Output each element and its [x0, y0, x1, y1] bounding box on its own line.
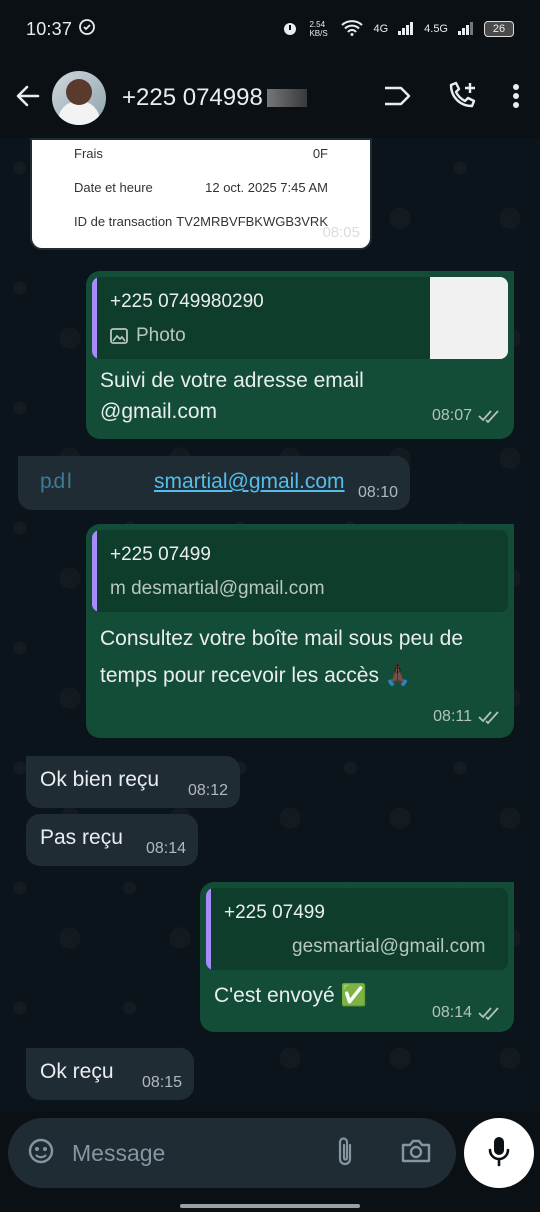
incoming-message[interactable]: Pas reçu 08:14	[26, 814, 198, 866]
receipt-image[interactable]: Frais 0F Date et heure 12 oct. 2025 7:45…	[30, 138, 372, 250]
contact-avatar[interactable]	[52, 71, 106, 125]
microphone-icon	[487, 1135, 511, 1172]
message-time: 08:11	[433, 708, 472, 725]
quoted-message[interactable]: +225 0749980290 Photo	[92, 277, 508, 359]
message-text: Suivi de votre adresse email @gmail.com	[100, 369, 364, 423]
name-blur-patch	[266, 89, 307, 107]
outgoing-message[interactable]: +225 07499 m desmartial@gmail.com Consul…	[86, 524, 514, 738]
receipt-value: TV2MRBVFBKWGB3VRK	[176, 214, 328, 229]
network-type-1: 4G	[373, 23, 389, 35]
composer-actions	[334, 1135, 432, 1172]
receipt-label: ID de transaction	[74, 214, 173, 229]
message-meta: 08:07	[432, 407, 500, 425]
chat-area[interactable]: Frais 0F Date et heure 12 oct. 2025 7:45…	[0, 138, 540, 1112]
quote-email: gesmartial@gmail.com	[292, 936, 486, 957]
label-tag-icon[interactable]	[382, 84, 412, 113]
more-options-icon[interactable]	[512, 83, 520, 114]
voice-message-button[interactable]	[464, 1118, 534, 1188]
photo-thumbnail	[430, 277, 508, 359]
message-text: Ok reçu	[40, 1060, 114, 1083]
receipt-value: 12 oct. 2025 7:45 AM	[205, 180, 328, 195]
message-composer[interactable]: Message	[8, 1118, 456, 1188]
quote-accent-bar	[206, 888, 211, 970]
status-right: 2.54 KB/S 4G 4.5G 26	[281, 19, 514, 40]
incoming-message[interactable]: Ok bien reçu 08:12	[26, 756, 240, 808]
outgoing-message[interactable]: +225 07499 gesmartial@gmail.com C'est en…	[200, 882, 514, 1032]
double-check-icon	[478, 711, 499, 724]
back-arrow-icon[interactable]	[14, 82, 42, 115]
receipt-row: Date et heure 12 oct. 2025 7:45 AM	[74, 180, 328, 195]
quote-accent-bar	[92, 277, 97, 359]
quoted-message[interactable]: +225 07499 gesmartial@gmail.com	[206, 888, 508, 970]
add-call-icon[interactable]	[446, 81, 478, 116]
signal-icon	[398, 21, 414, 38]
contact-name[interactable]: +225 074998	[122, 84, 263, 112]
quote-accent-bar	[92, 530, 97, 612]
double-check-icon	[478, 1007, 499, 1020]
message-meta: 08:14	[432, 1004, 500, 1022]
quoted-message[interactable]: +225 07499 m desmartial@gmail.com	[92, 530, 508, 612]
header-actions	[382, 81, 520, 116]
whatsapp-status-icon	[78, 18, 96, 41]
message-time: 08:15	[141, 1074, 182, 1091]
network-type-2: 4.5G	[424, 23, 448, 35]
receipt-time: 08:05	[322, 224, 360, 241]
message-text: Consultez votre boîte mail sous peu de t…	[100, 627, 464, 687]
receipt-row: ID de transaction TV2MRBVFBKWGB3VRK	[74, 214, 328, 229]
message-time: 08:14	[145, 840, 186, 857]
message-time: 08:07	[431, 407, 472, 424]
receipt-label: Frais	[74, 146, 103, 161]
receipt-row: Frais 0F	[74, 146, 328, 161]
incoming-message[interactable]: p.d l smartial@gmail.com 08:10	[18, 456, 410, 510]
quote-sender: +225 07499	[224, 902, 325, 923]
message-meta: 08:11	[433, 708, 500, 726]
receipt-label: Date et heure	[74, 180, 153, 195]
alarm-icon	[281, 19, 299, 40]
attach-paperclip-icon[interactable]	[334, 1135, 356, 1172]
wifi-icon	[341, 19, 364, 39]
message-input[interactable]: Message	[72, 1140, 165, 1167]
message-text: Ok bien reçu	[40, 768, 160, 791]
gesture-nav-handle[interactable]	[180, 1204, 360, 1208]
network-speed: 2.54 KB/S	[309, 20, 328, 38]
double-check-icon	[478, 410, 499, 423]
message-time: 08:10	[357, 484, 398, 501]
quote-type: Photo	[136, 325, 186, 346]
signal-icon-2	[458, 21, 474, 38]
quote-sender: +225 07499	[110, 544, 211, 565]
quote-email: m desmartial@gmail.com	[110, 578, 325, 599]
message-time: 08:12	[187, 782, 228, 799]
email-link[interactable]: smartial@gmail.com	[154, 470, 345, 494]
message-text: Pas reçu	[40, 826, 123, 849]
incoming-message[interactable]: Ok reçu 08:15	[26, 1048, 194, 1100]
outgoing-message[interactable]: +225 0749980290 Photo Suivi de votre adr…	[86, 271, 514, 439]
status-bar: 10:37 2.54 KB/S 4G 4.5G 26	[0, 0, 540, 58]
chat-header: +225 074998	[0, 58, 540, 138]
receipt-value: 0F	[312, 146, 328, 161]
redacted-prefix: p.d l	[40, 470, 72, 493]
quote-photo-label: Photo	[110, 325, 186, 347]
message-time: 08:14	[431, 1004, 472, 1021]
photo-icon	[110, 328, 128, 344]
clock: 10:37	[26, 18, 73, 39]
message-text: C'est envoyé ✅	[214, 984, 367, 1007]
camera-icon[interactable]	[400, 1137, 432, 1170]
battery-indicator: 26	[484, 21, 514, 37]
emoji-sticker-icon[interactable]	[26, 1136, 56, 1171]
quote-sender: +225 0749980290	[110, 291, 264, 312]
